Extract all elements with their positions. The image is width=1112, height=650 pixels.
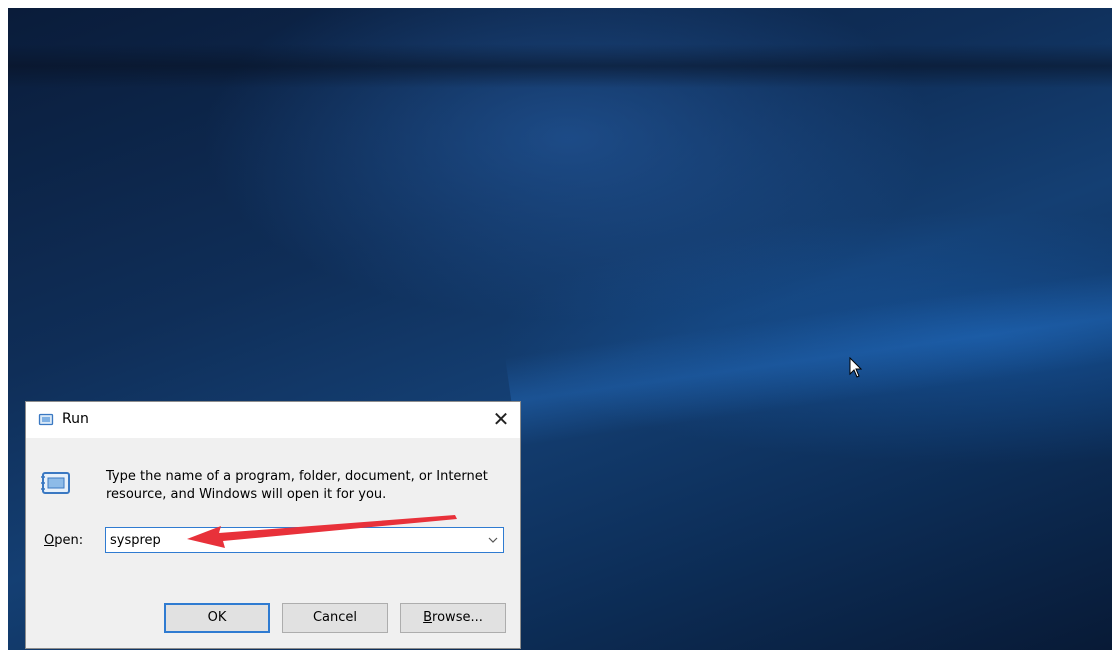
close-button[interactable]: ✕ [486,404,516,434]
description-line-1: Type the name of a program, folder, docu… [106,469,488,484]
run-icon [38,413,54,426]
chevron-down-icon[interactable] [487,533,499,547]
close-icon: ✕ [492,407,510,431]
dialog-titlebar: Run ✕ [26,402,520,438]
open-label-accesskey: O [44,533,55,548]
ok-button[interactable]: OK [164,603,270,633]
red-arrow-annotation [187,515,457,548]
description-line-2: resource, and Windows will open it for y… [106,487,387,502]
cancel-button[interactable]: Cancel [282,603,388,633]
dialog-description: Type the name of a program, folder, docu… [106,468,506,504]
open-label-rest: pen: [54,533,84,548]
browse-label-rest: rowse... [432,610,483,625]
wallpaper-shadow-band [8,44,1112,88]
run-program-icon [41,472,70,494]
mouse-pointer-icon [849,357,863,378]
dialog-button-area: OK Cancel Browse... [26,580,520,648]
wallpaper-light-beam [505,259,1112,447]
dialog-title: Run [62,411,89,427]
browse-button[interactable]: Browse... [400,603,506,633]
open-label: Open: [44,533,83,548]
browse-accesskey: B [423,610,433,625]
